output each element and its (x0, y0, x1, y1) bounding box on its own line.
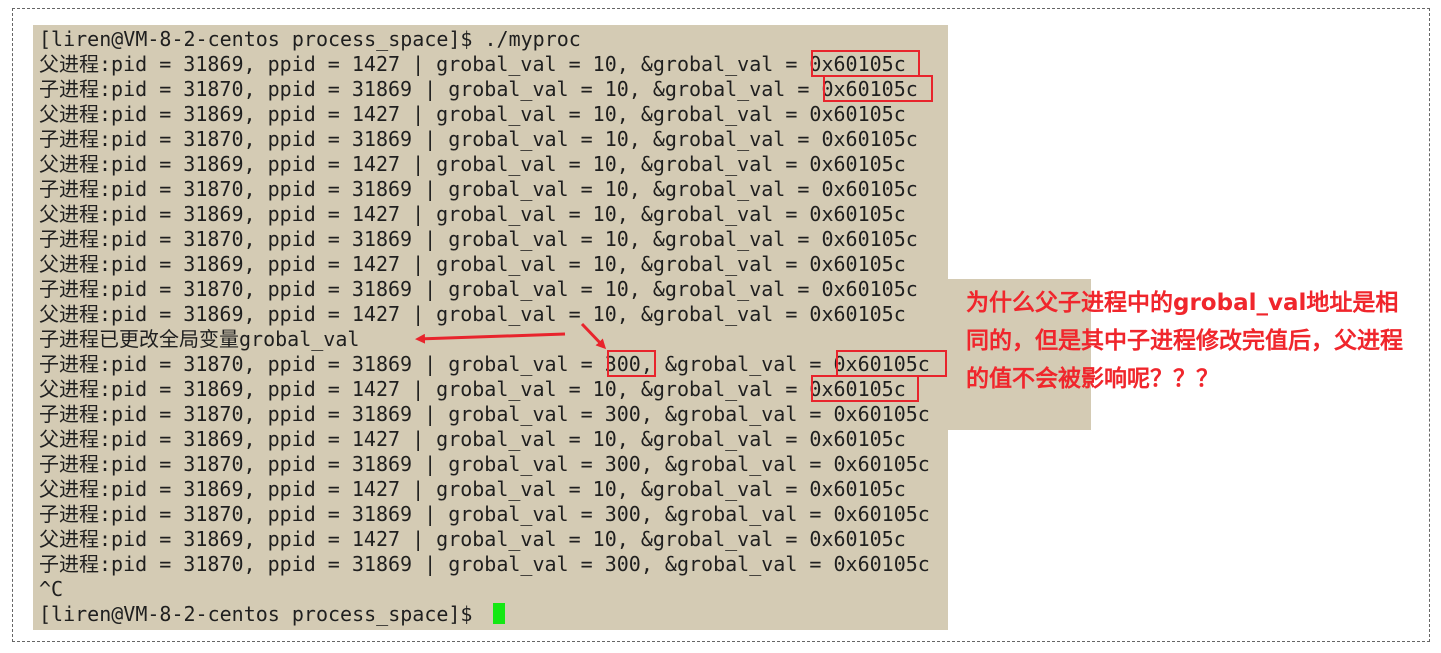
terminal-line: 父进程:pid = 31869, ppid = 1427 | grobal_va… (39, 102, 906, 126)
terminal-output: [liren@VM-8-2-centos process_space]$ ./m… (39, 27, 930, 627)
terminal-line: 子进程:pid = 31870, ppid = 31869 | grobal_v… (39, 552, 930, 576)
terminal-line: 子进程:pid = 31870, ppid = 31869 | grobal_v… (39, 452, 930, 476)
terminal-prompt: [liren@VM-8-2-centos process_space]$ (39, 602, 485, 626)
terminal-line: 子进程:pid = 31870, ppid = 31869 | grobal_v… (39, 277, 918, 301)
address-highlight-child-modified (836, 350, 947, 377)
terminal-line: 父进程:pid = 31869, ppid = 1427 | grobal_va… (39, 477, 906, 501)
terminal-line: 子进程:pid = 31870, ppid = 31869 | grobal_v… (39, 227, 918, 251)
terminal-line: 子进程已更改全局变量grobal_val (39, 327, 360, 351)
annotation-question: 为什么父子进程中的grobal_val地址是相同的，但是其中子进程修改完值后，父… (966, 290, 1403, 392)
address-highlight-parent-after (811, 375, 919, 402)
terminal-line: 父进程:pid = 31869, ppid = 1427 | grobal_va… (39, 377, 906, 401)
terminal-line: [liren@VM-8-2-centos process_space]$ ./m… (39, 27, 581, 51)
terminal-line: 父进程:pid = 31869, ppid = 1427 | grobal_va… (39, 202, 906, 226)
terminal-line: 子进程:pid = 31870, ppid = 31869 | grobal_v… (39, 402, 930, 426)
address-highlight-parent-first (811, 50, 920, 77)
terminal-line: 父进程:pid = 31869, ppid = 1427 | grobal_va… (39, 527, 906, 551)
terminal-line: 子进程:pid = 31870, ppid = 31869 | grobal_v… (39, 177, 918, 201)
terminal-cursor (492, 603, 505, 624)
terminal-line: 子进程:pid = 31870, ppid = 31869 | grobal_v… (39, 502, 930, 526)
terminal-line: ^C (39, 577, 64, 601)
terminal-prompt-line[interactable]: [liren@VM-8-2-centos process_space]$ (39, 602, 930, 627)
value-highlight-child-modified (607, 350, 656, 377)
terminal-line: 父进程:pid = 31869, ppid = 1427 | grobal_va… (39, 152, 906, 176)
terminal-line: 父进程:pid = 31869, ppid = 1427 | grobal_va… (39, 52, 906, 76)
terminal-line: 父进程:pid = 31869, ppid = 1427 | grobal_va… (39, 302, 906, 326)
terminal-line: 父进程:pid = 31869, ppid = 1427 | grobal_va… (39, 252, 906, 276)
address-highlight-child-first (823, 75, 933, 102)
terminal-line: 子进程:pid = 31870, ppid = 31869 | grobal_v… (39, 352, 930, 376)
terminal-line: 子进程:pid = 31870, ppid = 31869 | grobal_v… (39, 77, 918, 101)
terminal-line: 子进程:pid = 31870, ppid = 31869 | grobal_v… (39, 127, 918, 151)
terminal-line: 父进程:pid = 31869, ppid = 1427 | grobal_va… (39, 427, 906, 451)
